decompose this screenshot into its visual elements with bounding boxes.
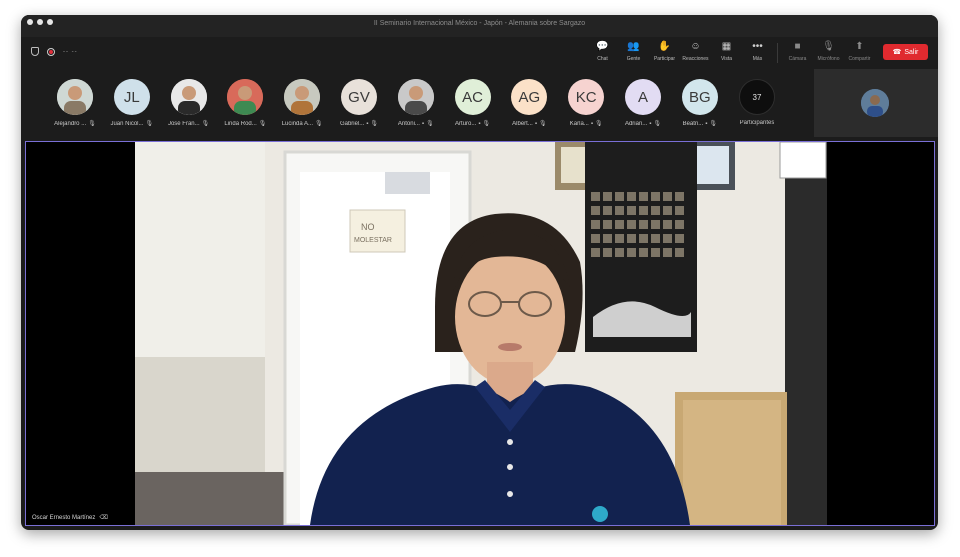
participant-name: Gabriel... <box>339 120 365 127</box>
participant-avatar: KC <box>568 79 605 115</box>
participant-tile[interactable]: KC Karla... ▪ 🎙 <box>557 77 615 133</box>
more-icon: ••• <box>752 41 763 52</box>
participant-avatar <box>227 79 264 115</box>
participant-avatar <box>57 79 93 115</box>
participant-avatar: A <box>625 79 661 115</box>
participant-avatar <box>397 79 434 115</box>
participant-avatar <box>284 79 321 115</box>
mic-muted-icon: 🎙 <box>258 121 267 127</box>
participant-name: Adrian... <box>624 120 648 127</box>
people-icon: 👥 <box>627 41 640 52</box>
camera-off-icon: ▪ <box>590 120 593 127</box>
mic-muted-icon: 🎙 <box>482 121 491 127</box>
mic-muted-icon: 🎙 <box>538 121 547 127</box>
mic-muted-icon: 🎙 <box>426 121 434 127</box>
camera-button[interactable]: ■ Cámara <box>782 40 813 62</box>
people-button[interactable]: 👥 Gente <box>618 40 649 62</box>
raise-hand-button[interactable]: ✋ Participar <box>649 40 680 62</box>
meeting-toolbar: -- -- 💬 Chat 👥 Gente ✋ Participar ☺ Reac… <box>21 37 938 69</box>
participant-tile[interactable]: GV Gabriel... ▪ 🎙 <box>330 77 388 133</box>
participant-tile[interactable]: Antoni... ▪ 🎙 <box>387 77 445 133</box>
camera-off-icon: ▪ <box>534 120 537 127</box>
participant-strip: Alejandro ... 🎙 JL Juan Nicol... 🎙 José Fran.… <box>21 69 938 137</box>
self-avatar <box>861 89 889 117</box>
participant-name: Karla... <box>569 120 589 127</box>
participant-tile[interactable]: JL Juan Nicol... 🎙 <box>103 77 161 133</box>
svg-text:NO: NO <box>361 222 375 232</box>
toolbar-divider <box>777 43 778 63</box>
camera-off-icon: ▪ <box>649 120 652 127</box>
mic-muted-icon: 🎙 <box>594 121 603 127</box>
chat-icon: 💬 <box>596 41 609 52</box>
participants-count-tile[interactable]: 37 Participantes <box>728 77 786 133</box>
title-bar: II Seminario Internacional México - Japó… <box>21 15 938 37</box>
participant-name: Antoni... <box>397 120 420 127</box>
mic-muted-icon: 🎙 <box>653 121 662 127</box>
mic-muted-icon: 🎙 <box>315 121 323 127</box>
mic-muted-icon: 🎙 <box>201 121 210 127</box>
participant-avatar: GV <box>341 79 377 115</box>
participant-tile[interactable]: BG Beatri... ▪ 🎙 <box>671 77 729 133</box>
participant-name: Linda Rod... <box>224 120 257 127</box>
camera-off-icon: ▪ <box>478 120 481 127</box>
recording-icon[interactable] <box>47 47 55 56</box>
participant-tile[interactable]: Alejandro ... 🎙 <box>46 77 104 133</box>
speaker-name-label: Oscar Ernesto Martínez ⌫ <box>32 514 108 522</box>
speaker-video: NO MOLESTAR <box>135 142 827 525</box>
camera-off-icon: ▪ <box>705 120 708 127</box>
participant-tile[interactable]: AC Arturo... ▪ 🎙 <box>444 77 502 133</box>
recording-status: -- -- <box>63 48 78 55</box>
zoom-window: II Seminario Internacional México - Japó… <box>21 15 938 530</box>
mic-off-icon: 🎙 <box>822 41 835 52</box>
participant-avatar: AC <box>454 79 491 115</box>
participant-avatar <box>170 79 207 115</box>
participants-label: Participantes <box>739 120 775 126</box>
reactions-button[interactable]: ☺ Reacciones <box>680 40 711 62</box>
participant-tile[interactable]: Linda Rod... 🎙 <box>216 77 274 133</box>
participant-name: José Fran... <box>167 120 200 127</box>
participant-avatar: JL <box>113 79 150 115</box>
participant-tile[interactable]: A Adrian... ▪ 🎙 <box>614 77 672 133</box>
security-shield-icon[interactable] <box>31 47 39 56</box>
camera-off-icon: ■ <box>794 41 801 52</box>
mic-muted-icon: 🎙 <box>709 121 718 127</box>
window-title: II Seminario Internacional México - Japó… <box>373 20 586 27</box>
mic-muted-icon: 🎙 <box>370 121 379 127</box>
share-button[interactable]: ⬆ Compartir <box>844 40 875 62</box>
leave-button[interactable]: ☎ Salir <box>883 44 928 60</box>
more-button[interactable]: ••• Más <box>742 40 773 62</box>
participant-name: Arturo... <box>455 120 477 127</box>
chat-button[interactable]: 💬 Chat <box>587 40 618 62</box>
svg-text:MOLESTAR: MOLESTAR <box>354 237 392 244</box>
mic-muted-icon: 🎙 <box>145 121 154 127</box>
participant-avatar: BG <box>681 79 718 115</box>
microphone-button[interactable]: 🎙 Micrófono <box>813 40 844 62</box>
mic-muted-icon: ⌫ <box>99 515 108 521</box>
participant-name: Lucinda A... <box>281 120 314 127</box>
active-speaker-stage[interactable]: NO MOLESTAR Oscar Ernesto Martínez ⌫ <box>25 141 935 526</box>
share-icon: ⬆ <box>855 41 864 52</box>
participants-count: 37 <box>739 79 775 115</box>
participant-tile[interactable]: José Fran... 🎙 <box>160 77 218 133</box>
camera-off-icon: ▪ <box>421 120 425 127</box>
raise-hand-icon: ✋ <box>658 41 671 52</box>
phone-hangup-icon: ☎ <box>892 49 902 56</box>
participant-tile[interactable]: AG Albert... ▪ 🎙 <box>500 77 558 133</box>
participant-name: Juan Nicol... <box>110 120 144 127</box>
participant-name: Alejandro ... <box>54 120 87 127</box>
participant-name: Albert... <box>512 120 533 127</box>
participant-avatar: AG <box>511 79 548 115</box>
participant-tile[interactable]: Lucinda A... 🎙 <box>273 77 331 133</box>
mic-muted-icon: 🎙 <box>88 121 96 127</box>
view-button[interactable]: ▦ Vista <box>711 40 742 62</box>
self-view-tile[interactable] <box>814 69 938 137</box>
participant-name: Beatri... <box>682 120 704 127</box>
smiley-icon: ☺ <box>690 41 701 52</box>
camera-off-icon: ▪ <box>366 120 369 127</box>
grid-icon: ▦ <box>721 41 732 52</box>
